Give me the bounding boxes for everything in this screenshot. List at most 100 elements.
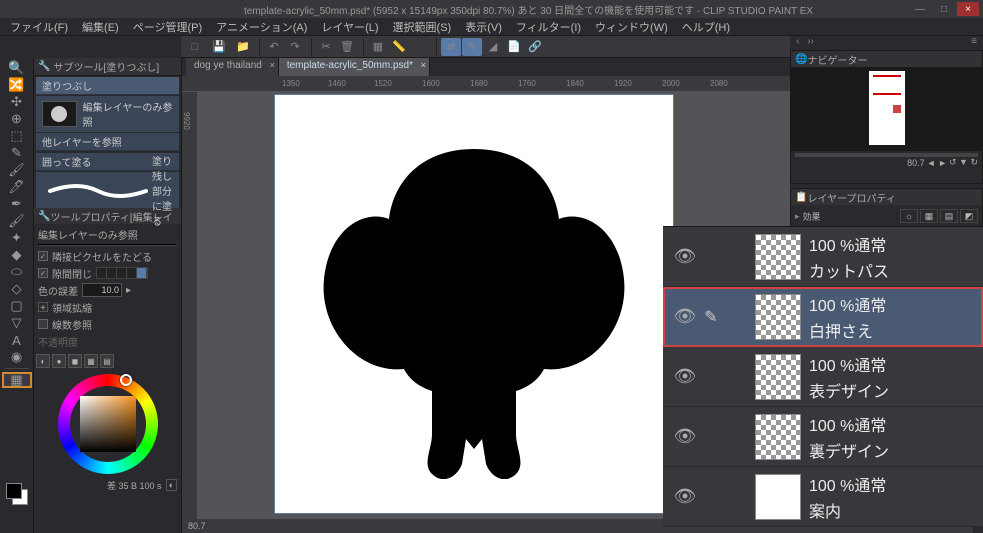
layer-cutpath[interactable]: 👁 100 %通常カットパス [663, 227, 983, 287]
launcher-icon[interactable]: □ [185, 38, 205, 56]
canvas[interactable] [274, 94, 674, 514]
subtool-edit-layer[interactable]: 編集レイヤーのみ参照 [83, 99, 173, 129]
layer-thumbnail [755, 414, 801, 460]
layers-panel: 👁 100 %通常カットパス 👁 ✎ 100 %通常白押さえ 👁 100 %通常… [663, 226, 983, 527]
tool-rotate[interactable]: ⊕ [2, 111, 32, 127]
tab-template[interactable]: template-acrylic_50mm.psd*× [279, 58, 430, 76]
tool-eraser[interactable]: ✦ [2, 230, 32, 246]
menu-animation[interactable]: アニメーション(A) [210, 18, 313, 36]
menu-window[interactable]: ウィンドウ(W) [589, 18, 674, 36]
chk-gap[interactable] [38, 268, 48, 278]
tool-pan[interactable]: ✣ [2, 94, 32, 110]
visibility-icon[interactable]: 👁 [671, 467, 699, 527]
visibility-icon[interactable]: 👁 [671, 287, 699, 347]
tool-pen[interactable]: ✎ [2, 145, 32, 161]
redo-icon[interactable]: ↷ [285, 38, 305, 56]
close-button[interactable]: × [957, 2, 979, 16]
ruler-icon[interactable]: 📏 [389, 38, 409, 56]
page-icon[interactable]: 📄 [504, 38, 524, 56]
navigator-preview[interactable] [791, 67, 982, 151]
undo-icon[interactable]: ↶ [264, 38, 284, 56]
tool-text[interactable]: A [2, 332, 32, 348]
tool-blend[interactable]: ◆ [2, 247, 32, 263]
extra-icon[interactable] [410, 38, 430, 56]
layer-front-design[interactable]: 👁 100 %通常表デザイン [663, 347, 983, 407]
tool-gradient[interactable]: ⬭ [2, 264, 32, 280]
edit-icon [699, 347, 723, 407]
menu-edit[interactable]: 編集(E) [76, 18, 125, 36]
left-panels: 🔧サブツール[塗りつぶし] 塗りつぶし 編集レイヤーのみ参照 他レイヤーを参照 … [34, 58, 182, 533]
tool-zoom[interactable]: 🔍 [2, 60, 32, 76]
nav-rotate-buttons[interactable]: ↺ ▼ ↻ [949, 157, 978, 168]
edit-icon [699, 467, 723, 527]
chk-vector[interactable] [38, 319, 48, 329]
tool-fill[interactable]: ▦ [2, 372, 32, 388]
effect-1-icon[interactable]: ☼ [900, 209, 918, 223]
wrench-icon: 🔧 [38, 211, 50, 222]
visibility-icon[interactable]: 👁 [671, 347, 699, 407]
menu-page[interactable]: ページ管理(P) [127, 18, 208, 36]
color-wheel[interactable] [58, 374, 158, 474]
visibility-icon[interactable]: 👁 [671, 407, 699, 467]
effect-3-icon[interactable]: ▤ [940, 209, 958, 223]
effect-4-icon[interactable]: ◩ [960, 209, 978, 223]
trash-icon[interactable]: 🗑 [337, 38, 357, 56]
menu-help[interactable]: ヘルプ(H) [676, 18, 736, 36]
subtool-leftover[interactable]: 塗り残し部分に塗る [152, 153, 173, 228]
visibility-icon[interactable]: 👁 [671, 227, 699, 287]
swap-icon[interactable]: ⇄ [441, 38, 461, 56]
cut-icon[interactable]: ✂ [316, 38, 336, 56]
tab-close-icon[interactable]: × [270, 60, 275, 70]
tool-airbrush[interactable]: ✒ [2, 196, 32, 212]
layer-guide[interactable]: 👁 100 %通常案内 [663, 467, 983, 527]
maximize-button[interactable]: □ [933, 2, 955, 16]
tool-frame[interactable]: ▢ [2, 298, 32, 314]
color-mode-1[interactable]: ◐ [36, 354, 50, 368]
menu-layer[interactable]: レイヤー(L) [315, 18, 384, 36]
fg-color[interactable] [6, 483, 22, 499]
tool1-icon[interactable]: ✎ [462, 38, 482, 56]
menu-filter[interactable]: フィルター(I) [510, 18, 587, 36]
color-mode-2[interactable]: ● [52, 354, 66, 368]
layer-property-title: 📋レイヤープロパティ [791, 189, 982, 205]
effect-2-icon[interactable]: ▦ [920, 209, 938, 223]
effects-label: 効果 [803, 210, 821, 223]
tool-pencil[interactable]: 🖌 [2, 162, 32, 178]
gap-level-selector[interactable] [96, 267, 148, 279]
nav-zoom-buttons[interactable]: ◄ ► [927, 158, 947, 168]
tool-select[interactable]: ⬚ [2, 128, 32, 144]
chk-adjacent[interactable] [38, 251, 48, 261]
subtool-preview: 編集レイヤーのみ参照 [36, 96, 179, 132]
color-mode-4[interactable]: ▦ [84, 354, 98, 368]
layer-white-base[interactable]: 👁 ✎ 100 %通常白押さえ [663, 287, 983, 347]
color-error-input[interactable] [82, 283, 122, 297]
menu-view[interactable]: 表示(V) [459, 18, 508, 36]
layer-thumbnail [755, 294, 801, 340]
tab-close-icon[interactable]: × [421, 60, 426, 70]
tool-move[interactable]: 🔀 [2, 77, 32, 93]
tool-column: 🔍 🔀 ✣ ⊕ ⬚ ✎ 🖌 🖊 ✒ 🖌 ✦ ◆ ⬭ ◇ ▢ ▽ A ◉ ▦ [0, 58, 34, 533]
grid-icon[interactable]: ▦ [368, 38, 388, 56]
mini-prev-icon[interactable]: ‹ [796, 36, 799, 50]
mini-next-icon[interactable]: ›› [807, 36, 814, 50]
tab-dog[interactable]: dog ye thailand× [186, 58, 279, 76]
link-icon[interactable]: 🔗 [525, 38, 545, 56]
folder-icon[interactable]: 📁 [233, 38, 253, 56]
tool2-icon[interactable]: ◢ [483, 38, 503, 56]
menu-file[interactable]: ファイル(F) [4, 18, 74, 36]
layer-back-design[interactable]: 👁 100 %通常裏デザイン [663, 407, 983, 467]
tool-balloon[interactable]: ▽ [2, 315, 32, 331]
tool-brush[interactable]: 🖊 [2, 179, 32, 195]
edit-icon[interactable]: ✎ [699, 287, 723, 347]
color-mode-5[interactable]: ▤ [100, 354, 114, 368]
color-mode-3[interactable]: ◼ [68, 354, 82, 368]
minimize-button[interactable]: — [909, 2, 931, 16]
tool-eyedropper[interactable]: ◉ [2, 349, 32, 365]
mini-menu-icon[interactable]: ≡ [971, 36, 977, 50]
nav-slider[interactable] [795, 153, 978, 157]
menu-selection[interactable]: 選択範囲(S) [387, 18, 458, 36]
color-swatch[interactable] [6, 483, 28, 505]
tool-figure[interactable]: ◇ [2, 281, 32, 297]
save-icon[interactable]: 💾 [209, 38, 229, 56]
tool-decorate[interactable]: 🖌 [2, 213, 32, 229]
